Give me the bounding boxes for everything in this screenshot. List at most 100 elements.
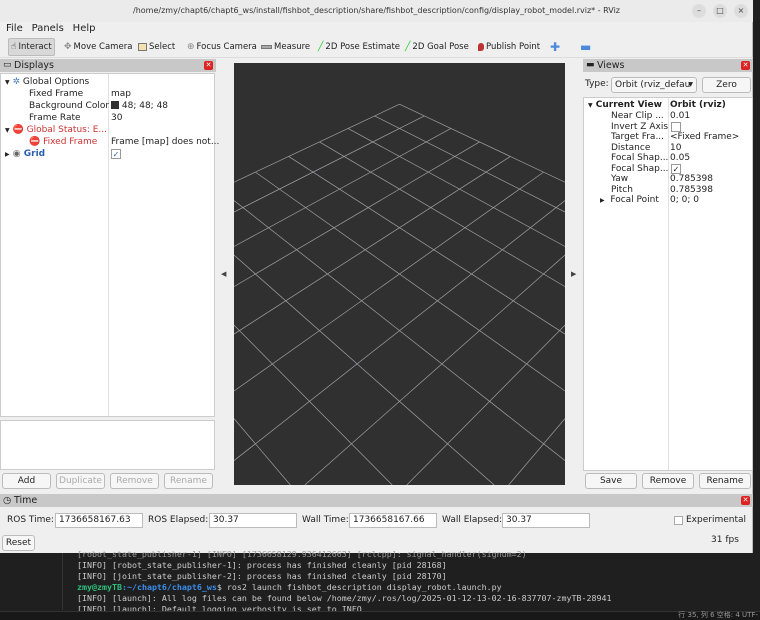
time-panel: ◷ Time ✕ ROS Time: 1736658167.63 ROS Ela…	[0, 494, 753, 553]
tool-2d-goal-pose[interactable]: ╱ 2D Goal Pose	[403, 38, 471, 56]
fps-readout: 31 fps	[711, 535, 739, 545]
focus-camera-icon: ⊕	[187, 42, 195, 52]
focal-point-value[interactable]: 0; 0; 0	[670, 194, 699, 206]
tree-row-global-status[interactable]: ▼ ⛔ Global Status: E...	[5, 124, 107, 136]
gear-icon: ✲	[12, 77, 21, 87]
rename-view-button[interactable]: Rename	[699, 473, 751, 489]
tool-publish-point[interactable]: Publish Point	[476, 38, 542, 56]
views-panel: ▬ Views ✕ Type: Orbit (rviz_defau ▼ Zero …	[583, 59, 753, 491]
clock-icon: ◷	[3, 495, 12, 506]
frame-rate-value[interactable]: 30	[111, 112, 122, 124]
close-panel-icon[interactable]: ✕	[741, 496, 750, 505]
terminal-line: [INFO] [joint_state_publisher-2]: proces…	[77, 571, 447, 581]
near-clip-value[interactable]: 0.01	[670, 110, 690, 122]
tool-label: Interact	[18, 42, 52, 52]
save-view-button[interactable]: Save	[585, 473, 637, 489]
focal-shape-size-value[interactable]: 0.05	[670, 152, 690, 164]
ros-elapsed-field[interactable]: 30.37	[209, 513, 297, 528]
views-tree: ▼ Current View Orbit (rviz) Near Clip ..…	[583, 97, 753, 471]
add-tool-button[interactable]: ✚	[548, 38, 562, 56]
tool-focus-camera[interactable]: ⊕ Focus Camera	[185, 38, 259, 56]
wall-time-label: Wall Time:	[302, 515, 349, 525]
grid-line	[234, 128, 452, 247]
experimental-checkbox[interactable]	[674, 516, 683, 525]
terminal-line: [robot_state_publisher-1] [INFO] [173665…	[77, 549, 527, 559]
grid-enabled-checkbox[interactable]: ✓	[111, 149, 121, 159]
row-label: Focal Point	[610, 195, 659, 205]
menu-help[interactable]: Help	[73, 22, 96, 35]
ros-elapsed-label: ROS Elapsed:	[148, 515, 209, 525]
eye-icon: ◉	[12, 149, 21, 159]
tool-label: Publish Point	[486, 42, 541, 52]
wall-time-field[interactable]: 1736658167.66	[349, 513, 437, 528]
grid-line	[255, 171, 565, 392]
color-text: 48; 48; 48	[121, 101, 169, 111]
close-panel-icon[interactable]: ✕	[204, 61, 213, 70]
rename-display-button[interactable]: Rename	[164, 473, 213, 489]
duplicate-display-button[interactable]: Duplicate	[56, 473, 105, 489]
wall-elapsed-field[interactable]: 30.37	[502, 513, 590, 528]
background-color-value[interactable]: 48; 48; 48	[111, 100, 168, 112]
row-label: Frame Rate	[29, 113, 81, 123]
row-label: Fixed Frame	[43, 137, 98, 147]
grid-line	[234, 254, 495, 485]
tool-2d-pose-estimate[interactable]: ╱ 2D Pose Estimate	[316, 38, 402, 56]
menu-bar: File Panels Help	[0, 22, 753, 36]
grid-line	[347, 128, 565, 247]
rviz-window: /home/zmy/chapt6/chapt6_ws/install/fishb…	[0, 0, 753, 553]
row-label: Grid	[23, 149, 46, 159]
tool-select[interactable]: Select	[136, 38, 177, 56]
editor-status-bar: 行 35, 列 6 空格: 4 UTF-	[678, 611, 758, 619]
tool-measure[interactable]: Measure	[259, 38, 312, 56]
menu-file[interactable]: File	[6, 22, 23, 35]
zero-button[interactable]: Zero	[702, 77, 751, 93]
tool-label: Focus Camera	[196, 42, 257, 52]
tool-label: Select	[149, 42, 176, 52]
row-label: Background Color	[29, 101, 110, 111]
collapse-left-arrow[interactable]: ◀	[221, 270, 226, 278]
terminal[interactable]: [robot_state_publisher-1] [INFO] [173665…	[0, 549, 760, 620]
camera-icon: ▬	[586, 60, 595, 70]
views-header: ▬ Views ✕	[583, 59, 753, 72]
add-display-button[interactable]: Add	[2, 473, 51, 489]
tree-row-global-options[interactable]: ▼ ✲ Global Options	[5, 76, 89, 88]
fixed-frame-value[interactable]: map	[111, 88, 131, 100]
ros-time-field[interactable]: 1736658167.63	[55, 513, 143, 528]
3d-viewport[interactable]	[234, 63, 565, 485]
toolbar: ☝ Interact ✥ Move Camera Select ⊕ Focus Cam…	[0, 36, 753, 58]
title-bar: /home/zmy/chapt6/chapt6_ws/install/fishb…	[0, 0, 753, 22]
minus-icon: ▬	[580, 40, 592, 54]
minimize-button[interactable]: –	[692, 4, 706, 18]
tool-move-camera[interactable]: ✥ Move Camera	[62, 38, 134, 56]
displays-panel: ▭ Displays ✕ ▼ ✲ Global Options Fixed Fr…	[0, 59, 220, 491]
row-label: Global Options	[22, 77, 90, 87]
grid-line	[406, 324, 565, 485]
remove-view-button[interactable]: Remove	[642, 473, 694, 489]
reset-button[interactable]: Reset	[2, 535, 35, 551]
menu-panels[interactable]: Panels	[32, 22, 64, 35]
close-panel-icon[interactable]: ✕	[741, 61, 750, 70]
status-message: Frame [map] does not...	[111, 137, 220, 147]
tool-interact[interactable]: ☝ Interact	[8, 38, 55, 56]
chevron-down-icon: ▼	[688, 81, 693, 88]
tree-row-focal-point[interactable]: ▶ Focal Point	[600, 194, 659, 206]
plus-icon: ✚	[550, 40, 561, 54]
tree-row-grid[interactable]: ▶ ◉ Grid	[5, 148, 45, 160]
terminal-prompt-line: zmy@zmyTB:~/chapt6/chapt6_ws$ ros2 launc…	[77, 582, 502, 592]
prompt-user: zmy@zmyTB	[77, 582, 122, 592]
time-header: ◷ Time ✕	[0, 494, 753, 507]
grid-line	[234, 418, 291, 485]
remove-tool-button[interactable]: ▬	[578, 38, 593, 56]
view-type-select[interactable]: Orbit (rviz_defau ▼	[611, 77, 697, 93]
maximize-button[interactable]: □	[713, 4, 727, 18]
ros-time-label: ROS Time:	[7, 515, 54, 525]
collapse-right-arrow[interactable]: ▶	[571, 270, 576, 278]
remove-display-button[interactable]: Remove	[110, 473, 159, 489]
tree-row-fixed-frame-status[interactable]: ⛔ Fixed Frame	[29, 136, 97, 148]
close-button[interactable]: ×	[734, 4, 748, 18]
error-icon: ⛔	[12, 125, 24, 135]
move-camera-icon: ✥	[64, 42, 72, 52]
select-box-icon	[138, 43, 147, 51]
view-type-value: Orbit (rviz_defau	[615, 80, 691, 90]
wall-elapsed-label: Wall Elapsed:	[442, 515, 503, 525]
